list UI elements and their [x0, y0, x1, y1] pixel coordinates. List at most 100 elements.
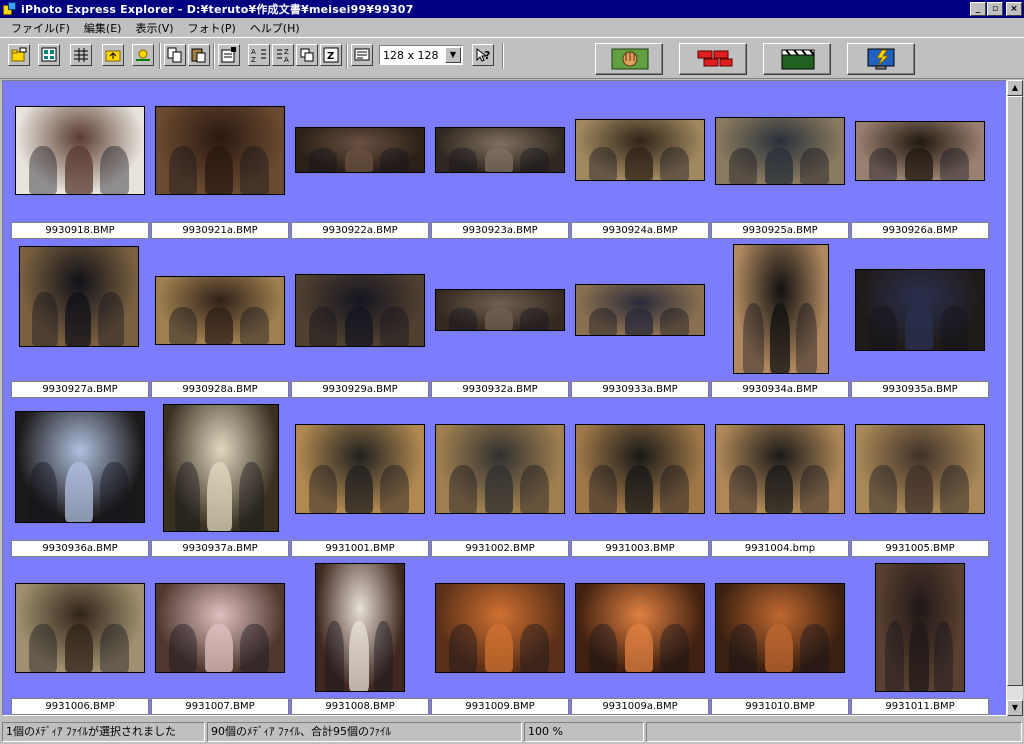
- album-button[interactable]: [679, 43, 747, 75]
- photo-detail: [520, 147, 549, 172]
- photo-thumbnail[interactable]: [855, 121, 985, 181]
- zoom-button[interactable]: Z: [320, 44, 342, 66]
- photo-thumbnail[interactable]: [435, 127, 565, 173]
- photo-thumbnail[interactable]: [575, 583, 705, 673]
- open-folder-button[interactable]: [102, 44, 124, 66]
- photo-detail: [660, 307, 689, 335]
- photo-acquire-button[interactable]: [595, 43, 663, 75]
- photo-thumbnail[interactable]: [733, 244, 829, 374]
- minimize-button[interactable]: _: [970, 2, 986, 16]
- scroll-up-icon[interactable]: ▲: [1007, 80, 1023, 96]
- paste-button[interactable]: [188, 44, 210, 66]
- menu-edit[interactable]: 編集(E): [77, 20, 129, 36]
- copy-button[interactable]: [164, 44, 186, 66]
- photo-thumbnail[interactable]: [435, 424, 565, 514]
- toolbar-separator: [502, 43, 504, 69]
- photo-thumbnail[interactable]: [15, 583, 145, 673]
- photo-detail: [28, 461, 57, 522]
- photo-thumbnail[interactable]: [19, 246, 139, 347]
- photo-thumbnail[interactable]: [575, 424, 705, 514]
- photo-thumbnail[interactable]: [715, 424, 845, 514]
- photo-thumbnail[interactable]: [855, 424, 985, 514]
- photo-detail: [660, 464, 689, 513]
- web-publish-button[interactable]: [847, 43, 915, 75]
- photo-thumbnail[interactable]: [715, 117, 845, 185]
- clapperboard-icon: [781, 49, 815, 70]
- photo-filename: 9930921a.BMP: [151, 222, 289, 239]
- scroll-thumb[interactable]: [1007, 96, 1023, 686]
- photo-filename: 9930922a.BMP: [291, 222, 429, 239]
- chevron-down-icon[interactable]: ▼: [445, 47, 461, 63]
- photo-detail: [168, 623, 197, 672]
- photo-detail: [520, 623, 549, 672]
- photo-detail: [324, 621, 345, 691]
- photo-thumbnail[interactable]: [575, 119, 705, 181]
- photo-detail: [728, 623, 757, 672]
- folder-tree-button[interactable]: [8, 44, 30, 66]
- photo-thumbnail[interactable]: [295, 127, 425, 173]
- photo-thumbnail[interactable]: [855, 269, 985, 351]
- display-button[interactable]: [351, 44, 373, 66]
- view-details-button[interactable]: [70, 44, 92, 66]
- photo-detail: [175, 461, 201, 531]
- photo-thumbnail[interactable]: [155, 106, 285, 195]
- svg-text:A: A: [251, 48, 256, 56]
- photo-filename: 9931011.BMP: [851, 698, 989, 715]
- photo-detail: [624, 464, 653, 513]
- photo-detail: [64, 146, 93, 194]
- photo-thumbnail[interactable]: [575, 284, 705, 336]
- thumbnail-size-select[interactable]: 128 x 128 ▼: [379, 45, 463, 65]
- menu-photo[interactable]: フォト(P): [181, 20, 243, 36]
- photo-detail: [344, 147, 373, 172]
- thumbnail-size-value: 128 x 128: [383, 49, 439, 62]
- help-pointer-icon: ?: [476, 47, 490, 62]
- photo-thumbnail[interactable]: [435, 583, 565, 673]
- photo-filename: 9930923a.BMP: [431, 222, 569, 239]
- title-bar: iPhoto Express Explorer - D:¥teruto¥作成文書…: [0, 0, 1024, 18]
- properties-button[interactable]: [218, 44, 240, 66]
- thumbnails-icon: [41, 47, 57, 62]
- photo-thumbnail[interactable]: [163, 404, 279, 532]
- photo-detail: [64, 623, 93, 672]
- slideshow-button[interactable]: [132, 44, 154, 66]
- help-button[interactable]: ?: [472, 44, 494, 66]
- photo-filename: 9931008.BMP: [291, 698, 429, 715]
- photo-thumbnail[interactable]: [435, 289, 565, 331]
- photo-thumbnail[interactable]: [155, 276, 285, 345]
- photo-detail: [743, 302, 765, 373]
- photo-thumbnail[interactable]: [155, 583, 285, 673]
- photo-thumbnail[interactable]: [715, 583, 845, 673]
- photo-thumbnail[interactable]: [15, 411, 145, 523]
- photo-thumbnail[interactable]: [315, 563, 405, 692]
- photo-detail: [904, 464, 933, 513]
- photo-thumbnail[interactable]: [15, 106, 145, 195]
- sort-descending-button[interactable]: ZA: [272, 44, 294, 66]
- properties-icon: [221, 47, 236, 63]
- scroll-down-icon[interactable]: ▼: [1007, 700, 1023, 716]
- restore-button[interactable]: ▫: [987, 2, 1003, 16]
- vertical-scrollbar[interactable]: ▲ ▼: [1007, 80, 1023, 716]
- photo-detail: [168, 307, 197, 344]
- photo-detail: [64, 461, 93, 522]
- photo-detail: [588, 147, 617, 180]
- close-button[interactable]: ×: [1006, 2, 1022, 16]
- photo-detail: [940, 148, 969, 180]
- photo-detail: [624, 147, 653, 180]
- menu-file[interactable]: ファイル(F): [4, 20, 77, 36]
- photo-detail: [764, 147, 793, 184]
- sort-ascending-button[interactable]: AZ: [248, 44, 270, 66]
- movie-button[interactable]: [763, 43, 831, 75]
- photo-thumbnail[interactable]: [295, 424, 425, 514]
- toolbar-separator: [159, 43, 161, 69]
- menu-help[interactable]: ヘルプ(H): [243, 20, 307, 36]
- photo-filename: 9931005.BMP: [851, 540, 989, 557]
- menu-view[interactable]: 表示(V): [128, 20, 180, 36]
- photo-thumbnail[interactable]: [295, 274, 425, 347]
- view-thumbnails-button[interactable]: [38, 44, 60, 66]
- photo-detail: [448, 308, 477, 330]
- thumbnail-view[interactable]: 9930918.BMP 9930921a.BMP 9930922a.BMP 99309…: [2, 80, 1007, 716]
- photo-detail: [308, 464, 337, 513]
- photo-thumbnail[interactable]: [875, 563, 965, 692]
- sun-icon: [136, 49, 150, 61]
- rotate-button[interactable]: [296, 44, 318, 66]
